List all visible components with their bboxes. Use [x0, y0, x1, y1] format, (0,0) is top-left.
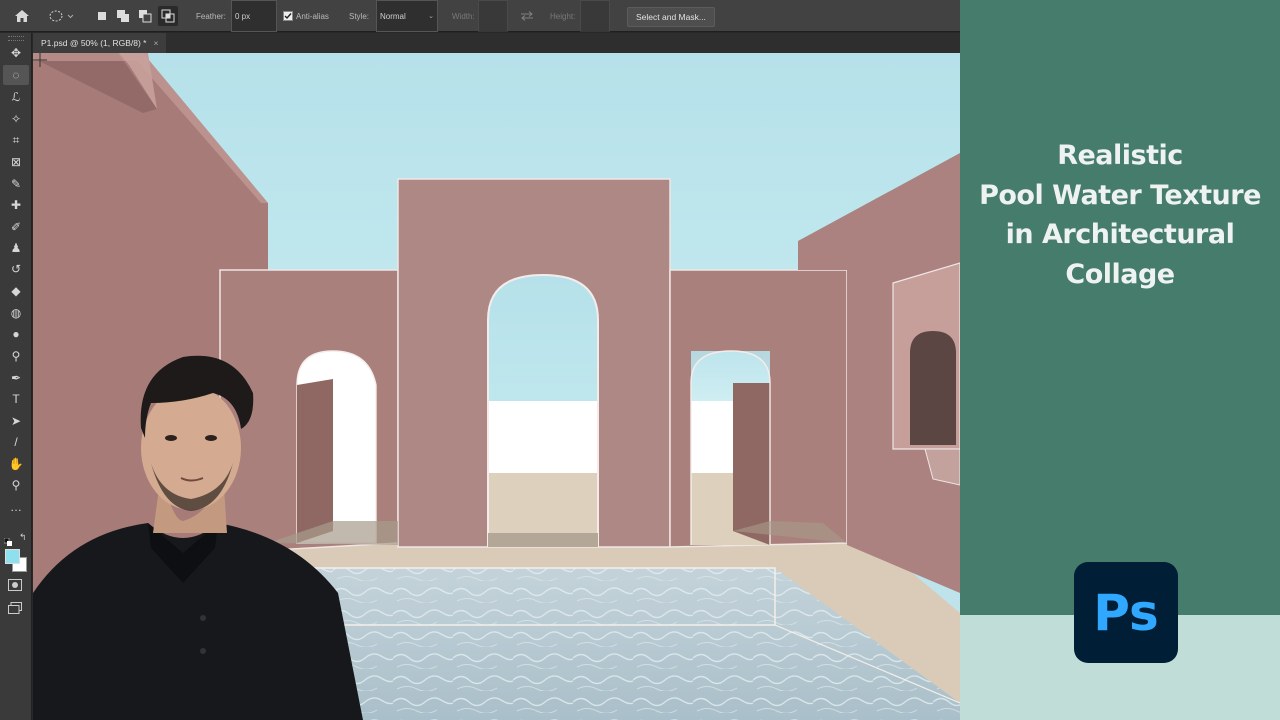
type-tool[interactable]: T: [3, 389, 29, 409]
magic-wand-tool[interactable]: ✧: [3, 109, 29, 129]
photoshop-logo-icon: Ps: [1074, 562, 1178, 663]
pen-tool[interactable]: ✒: [3, 368, 29, 388]
screen-mode-icon[interactable]: [8, 601, 22, 619]
eraser-icon: ◆: [11, 284, 21, 298]
magic-wand-icon: ✧: [10, 112, 22, 126]
add-to-selection-icon[interactable]: [116, 0, 130, 32]
healing-brush-icon: ✚: [10, 198, 22, 212]
width-input: [478, 0, 508, 32]
paint-bucket-tool[interactable]: ◍: [3, 303, 29, 323]
height-input: [580, 0, 610, 32]
clone-stamp-tool[interactable]: ♟: [3, 238, 29, 258]
zoom-tool[interactable]: ⚲: [3, 475, 29, 495]
eraser-tool[interactable]: ◆: [3, 281, 29, 301]
select-and-mask-button[interactable]: Select and Mask...: [627, 7, 715, 27]
zoom-icon: ⚲: [11, 478, 21, 492]
feather-input[interactable]: 0 px: [231, 0, 277, 32]
subtract-from-selection-icon[interactable]: [138, 0, 152, 32]
close-tab-icon[interactable]: ×: [153, 38, 158, 48]
toolbar-grip[interactable]: [8, 36, 24, 41]
lasso-tool[interactable]: ℒ: [3, 87, 29, 107]
photoshop-window: Feather: 0 px Anti-alias Style: Normal ⌄…: [0, 0, 960, 720]
title-line-1: Realistic: [1057, 140, 1183, 171]
antialias-label: Anti-alias: [296, 11, 329, 21]
line-icon: /: [14, 435, 18, 449]
clone-stamp-icon: ♟: [10, 241, 22, 255]
crosshair-cursor-icon: [33, 53, 47, 67]
document-tab[interactable]: P1.psd @ 50% (1, RGB/8) * ×: [33, 33, 167, 53]
document-tab-title: P1.psd @ 50% (1, RGB/8) *: [41, 38, 147, 48]
paint-bucket-icon: ◍: [10, 306, 22, 320]
elliptical-marquee-icon: ◌: [12, 68, 20, 82]
blur-tool[interactable]: ●: [3, 324, 29, 344]
more-tools[interactable]: …: [3, 497, 29, 517]
default-colors-icon[interactable]: [3, 533, 12, 546]
frame-icon: ⊠: [10, 155, 22, 169]
width-label: Width:: [452, 11, 475, 21]
crop-tool[interactable]: ⌗: [3, 130, 29, 150]
history-brush-icon: ↺: [10, 262, 22, 276]
brush-tool[interactable]: ✐: [3, 217, 29, 237]
style-select-value: Normal: [380, 11, 406, 21]
intersect-selection-icon[interactable]: [158, 6, 178, 26]
eyedropper-icon: ✎: [10, 177, 22, 191]
height-label: Height:: [550, 11, 576, 21]
tools-panel: ✥ ◌ ℒ ✧ ⌗ ⊠ ✎ ✚ ✐ ♟ ↺ ◆ ◍ ● ⚲ ✒ T ➤ / ✋ ⚲ … ↰: [0, 33, 32, 720]
path-selection-tool[interactable]: ➤: [3, 411, 29, 431]
history-brush-tool[interactable]: ↺: [3, 259, 29, 279]
pen-icon: ✒: [10, 371, 22, 385]
new-selection-icon[interactable]: [96, 0, 108, 32]
move-tool[interactable]: ✥: [3, 43, 29, 63]
chevron-down-icon: ⌄: [428, 13, 434, 20]
options-bar: Feather: 0 px Anti-alias Style: Normal ⌄…: [0, 0, 960, 32]
title-line-3: in Architectural: [1005, 219, 1235, 250]
document-canvas[interactable]: [33, 53, 960, 720]
antialias-checkbox[interactable]: [283, 0, 293, 32]
mores-icon: …: [10, 500, 22, 514]
frame-tool[interactable]: ⊠: [3, 152, 29, 172]
right-window: [910, 331, 956, 445]
home-icon[interactable]: [14, 0, 30, 32]
path-selection-icon: ➤: [10, 414, 22, 428]
elliptical-marquee-tool[interactable]: ◌: [3, 65, 29, 85]
title-panel: Realistic Pool Water Texture in Architec…: [960, 0, 1280, 720]
line-tool[interactable]: /: [3, 432, 29, 452]
style-label: Style:: [349, 11, 370, 21]
brush-icon: ✐: [10, 220, 22, 234]
elliptical-marquee-icon[interactable]: [48, 0, 74, 32]
architectural-collage-artwork: [33, 53, 960, 720]
healing-brush-tool[interactable]: ✚: [3, 195, 29, 215]
blur-icon: ●: [12, 327, 20, 341]
document-tab-strip: P1.psd @ 50% (1, RGB/8) * ×: [33, 33, 960, 53]
video-title: Realistic Pool Water Texture in Architec…: [970, 136, 1270, 294]
hand-tool[interactable]: ✋: [3, 454, 29, 474]
swap-width-height-icon: [520, 0, 534, 32]
swap-colors-icon[interactable]: ↰: [19, 532, 27, 543]
dodge-tool[interactable]: ⚲: [3, 346, 29, 366]
title-line-2: Pool Water Texture: [979, 179, 1261, 211]
lasso-icon: ℒ: [11, 90, 21, 104]
move-icon: ✥: [10, 46, 22, 60]
hand-icon: ✋: [8, 457, 24, 471]
eyedropper-tool[interactable]: ✎: [3, 174, 29, 194]
type-icon: T: [12, 392, 20, 406]
dodge-icon: ⚲: [11, 349, 21, 363]
crop-icon: ⌗: [12, 132, 20, 147]
foreground-color-swatch[interactable]: [5, 549, 20, 564]
style-select[interactable]: Normal ⌄: [376, 0, 438, 32]
title-line-4: Collage: [1065, 258, 1175, 290]
feather-label: Feather:: [196, 11, 226, 21]
quick-mask-icon[interactable]: [8, 578, 22, 596]
